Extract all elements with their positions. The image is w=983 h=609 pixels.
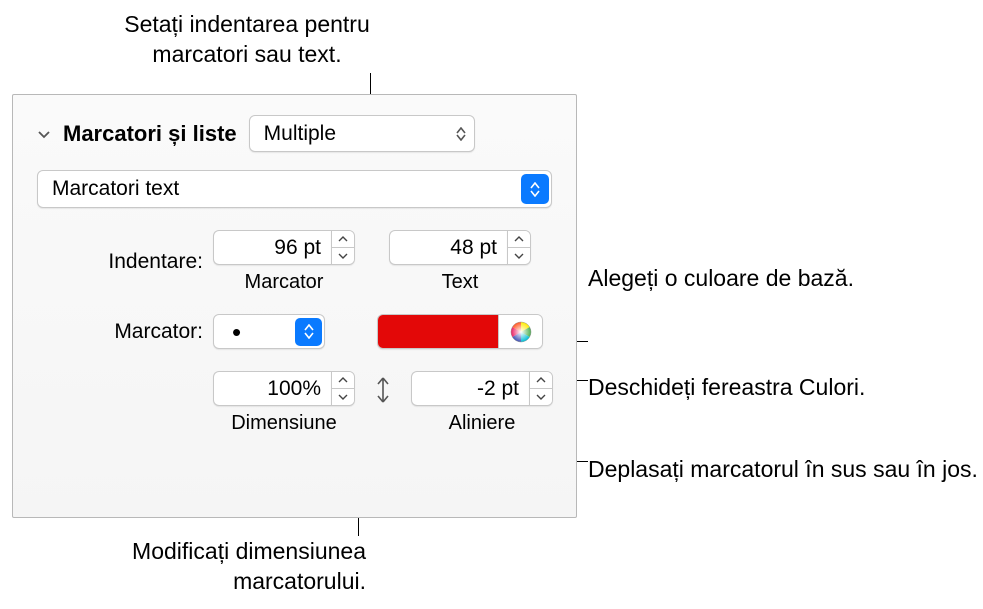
stepper-up-button[interactable] [332,372,354,389]
chevron-up-down-icon [521,174,549,204]
bullet-type-value: Marcatori text [52,177,179,201]
callout-colors-window: Deschideți fereastra Culori. [588,373,865,403]
callout-indentation: Setați indentarea pentru marcatori sau t… [92,10,402,70]
bullet-align-stepper[interactable] [411,371,553,406]
align-sublabel: Aliniere [449,412,516,435]
color-wheel-icon [510,321,532,343]
chevron-up-down-icon [456,127,466,141]
indent-text-stepper[interactable] [389,230,531,265]
vertical-align-icon [375,371,391,403]
bullet-color-swatch[interactable] [378,315,498,348]
list-style-popup[interactable]: Multiple [249,115,475,152]
stepper-down-button[interactable] [332,389,354,405]
stepper-up-button[interactable] [508,231,530,248]
chevron-up-down-icon [295,318,322,346]
callout-bullet-size: Modificați dimensiunea marcatorului. [36,537,366,597]
stepper-down-button[interactable] [530,389,552,405]
bullets-lists-panel: Marcatori și liste Multiple Marcatori te… [12,94,577,518]
indent-marcator-stepper[interactable] [213,230,355,265]
indent-label: Indentare: [37,250,213,274]
bullet-size-input[interactable] [213,371,331,406]
callout-move-bullet: Deplasați marcatorul în sus sau în jos. [588,455,978,485]
size-sublabel: Dimensiune [231,412,337,435]
list-style-value: Multiple [264,122,336,146]
section-title: Marcatori și liste [63,121,237,147]
indent-marcator-input[interactable] [213,230,331,265]
marcator-label: Marcator: [37,320,213,344]
stepper-up-button[interactable] [332,231,354,248]
callout-base-color: Alegeți o culoare de bază. [588,264,854,294]
stepper-down-button[interactable] [332,248,354,264]
indent-marcator-sublabel: Marcator [245,271,324,294]
color-picker-button[interactable] [498,315,542,348]
stepper-up-button[interactable] [530,372,552,389]
stepper-down-button[interactable] [508,248,530,264]
disclosure-triangle[interactable] [37,127,51,141]
bullet-character-popup[interactable]: • [213,314,325,349]
indent-text-input[interactable] [389,230,507,265]
bullet-type-popup[interactable]: Marcatori text [37,170,552,208]
indent-text-sublabel: Text [442,271,479,294]
bullet-size-stepper[interactable] [213,371,355,406]
bullet-align-input[interactable] [411,371,529,406]
